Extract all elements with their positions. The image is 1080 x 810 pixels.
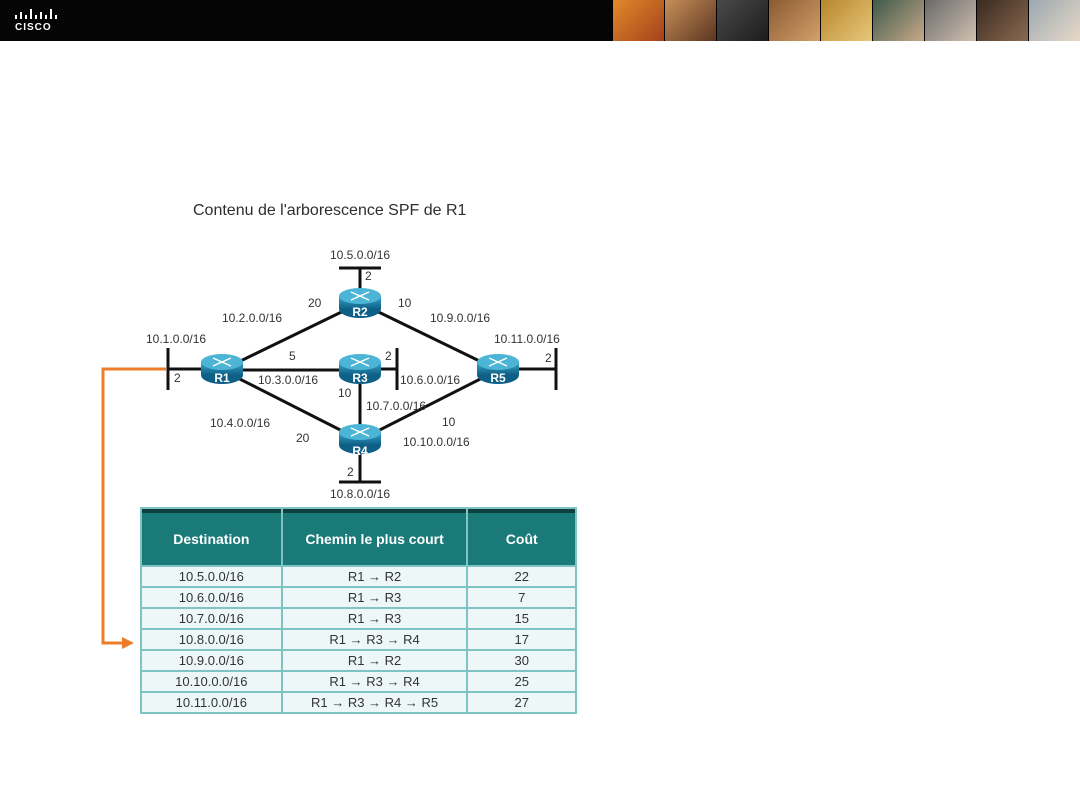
network-label: 10.10.0.0/16 [403,435,470,449]
cost-cell: 30 [468,651,575,670]
destination-cell: 10.8.0.0/16 [142,630,281,649]
router-r4: R4 [339,424,381,458]
path-cell: R1 → R2 [282,651,467,670]
cost-cell: 15 [468,609,575,628]
network-label: 10.7.0.0/16 [366,399,426,413]
cost-label: 20 [296,431,310,445]
network-label: 10.9.0.0/16 [430,311,490,325]
router-r5: R5 [477,354,519,385]
cost-label: 10 [398,296,412,310]
cost-cell: 27 [468,693,575,712]
network-label: 10.3.0.0/16 [258,373,318,387]
router-r3: R3 [339,354,381,385]
path-cell: R1 → R3 [282,588,467,607]
path-cell: R1 → R3 → R4 [282,630,467,649]
cost-label: 2 [347,465,354,479]
destination-cell: 10.5.0.0/16 [142,567,281,586]
router-label: R1 [214,371,230,385]
network-label: 10.2.0.0/16 [222,311,282,325]
router-label: R2 [352,305,368,319]
cost-cell: 7 [468,588,575,607]
spf-table: Destination Chemin le plus court Coût 10… [140,507,577,714]
column-header-cost: Coût [468,509,575,565]
path-cell: R1 → R3 [282,609,467,628]
path-cell: R1 → R3 → R4 → R5 [282,693,467,712]
network-label: 10.11.0.0/16 [494,332,560,346]
table-header-row: Destination Chemin le plus court Coût [142,509,575,565]
cost-cell: 17 [468,630,575,649]
destination-cell: 10.7.0.0/16 [142,609,281,628]
destination-cell: 10.6.0.0/16 [142,588,281,607]
column-header-path: Chemin le plus court [282,509,467,565]
network-label: 10.8.0.0/16 [330,487,390,501]
arrow-head-icon [122,637,134,649]
router-r1: R1 [201,354,243,385]
router-label: R3 [352,371,368,385]
table-row: 10.11.0.0/16 R1 → R3 → R4 → R5 27 [142,693,575,712]
table-row: 10.10.0.0/16 R1 → R3 → R4 25 [142,672,575,691]
router-label: R4 [352,444,368,458]
cost-cell: 22 [468,567,575,586]
destination-cell: 10.11.0.0/16 [142,693,281,712]
cost-label: 10 [442,415,456,429]
table-row: 10.7.0.0/16 R1 → R3 15 [142,609,575,628]
destination-cell: 10.9.0.0/16 [142,651,281,670]
cost-label: 5 [289,349,296,363]
table-row: 10.5.0.0/16 R1 → R2 22 [142,567,575,586]
path-cell: R1 → R3 → R4 [282,672,467,691]
cost-label: 2 [385,349,392,363]
cost-label: 2 [545,351,552,365]
table-row: 10.8.0.0/16 R1 → R3 → R4 17 [142,630,575,649]
column-header-destination: Destination [142,509,281,565]
table-row: 10.9.0.0/16 R1 → R2 30 [142,651,575,670]
destination-cell: 10.10.0.0/16 [142,672,281,691]
network-label: 10.1.0.0/16 [146,332,206,346]
table-row: 10.6.0.0/16 R1 → R3 7 [142,588,575,607]
cost-cell: 25 [468,672,575,691]
router-r2: R2 [339,288,381,319]
router-label: R5 [490,371,506,385]
cost-label: 20 [308,296,322,310]
network-label: 10.4.0.0/16 [210,416,270,430]
path-cell: R1 → R2 [282,567,467,586]
network-label: 10.6.0.0/16 [400,373,460,387]
cost-label: 10 [338,386,352,400]
network-label: 10.5.0.0/16 [330,248,390,262]
cost-label: 2 [365,269,372,283]
cost-label: 2 [174,371,181,385]
